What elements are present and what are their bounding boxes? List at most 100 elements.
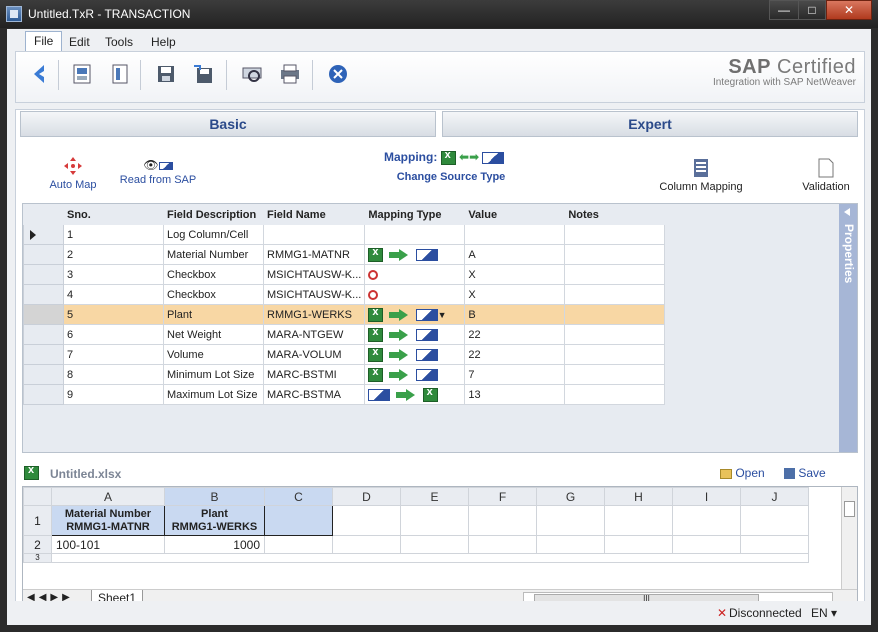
cell-field-description[interactable]: Material Number — [163, 244, 264, 265]
row-selector[interactable] — [23, 224, 64, 245]
row-number[interactable]: 3 — [23, 553, 52, 563]
row-number[interactable]: 2 — [23, 535, 52, 554]
scroll-thumb[interactable] — [844, 501, 855, 517]
cell-field-name[interactable]: RMMG1-MATNR — [262, 244, 366, 265]
cell-value[interactable]: B — [464, 304, 566, 325]
cell-value[interactable] — [464, 224, 566, 245]
table-row[interactable]: 9Maximum Lot SizeMARC-BSTMA 13 — [23, 384, 666, 405]
cell[interactable] — [740, 505, 809, 536]
cell-notes[interactable] — [564, 264, 666, 285]
col-g[interactable]: G — [536, 487, 605, 506]
cell-notes[interactable] — [564, 384, 666, 405]
dropdown-icon[interactable]: ▼ — [438, 309, 447, 319]
connection-status[interactable]: Disconnected — [729, 606, 802, 620]
cell-field-description[interactable]: Plant — [163, 304, 264, 325]
cell[interactable] — [51, 553, 809, 563]
cell-a2[interactable]: 100-101 — [51, 535, 165, 554]
table-row[interactable]: 6Net WeightMARA-NTGEW 22 — [23, 324, 666, 345]
row-number[interactable]: 1 — [23, 505, 52, 536]
minimize-button[interactable]: — — [769, 0, 799, 20]
cell-sno[interactable]: 5 — [63, 304, 164, 325]
cell[interactable] — [536, 505, 605, 536]
cell-value[interactable]: 22 — [464, 324, 566, 345]
cell-sno[interactable]: 6 — [63, 324, 164, 345]
cell[interactable] — [468, 505, 537, 536]
cell[interactable] — [740, 535, 809, 554]
menu-edit[interactable]: Edit — [61, 33, 98, 51]
cell[interactable] — [400, 505, 469, 536]
cell-field-description[interactable]: Checkbox — [163, 264, 264, 285]
properties-panel[interactable]: Properties — [839, 204, 857, 452]
cell[interactable] — [672, 535, 741, 554]
collapse-arrow-icon[interactable] — [844, 208, 850, 216]
col-c[interactable]: C — [264, 487, 333, 506]
cell-field-name[interactable]: MARA-VOLUM — [262, 344, 366, 365]
cell-c1[interactable] — [264, 505, 333, 536]
cell-b2[interactable]: 1000 — [164, 535, 265, 554]
sheet-vertical-scrollbar[interactable] — [841, 487, 857, 589]
row-selector[interactable] — [23, 384, 64, 405]
sap-icon[interactable] — [482, 151, 505, 164]
cell-notes[interactable] — [564, 324, 666, 345]
row-selector[interactable] — [23, 304, 64, 325]
cell-mapping-type[interactable] — [364, 324, 466, 345]
cell-field-name[interactable]: MSICHTAUSW-K... — [262, 264, 366, 285]
auto-map-button[interactable]: Auto Map — [48, 156, 98, 191]
cell[interactable] — [604, 535, 673, 554]
cell-value[interactable]: X — [464, 284, 566, 305]
cell-a1[interactable]: Material Number RMMG1-MATNR — [51, 505, 165, 536]
col-b[interactable]: B — [164, 487, 265, 506]
cell-field-name[interactable]: MARC-BSTMA — [262, 384, 366, 405]
cell-value[interactable]: A — [464, 244, 566, 265]
cell-b1[interactable]: Plant RMMG1-WERKS — [164, 505, 265, 536]
menu-tools[interactable]: Tools — [97, 33, 141, 51]
cell-mapping-type[interactable] — [364, 264, 466, 285]
cell-field-description[interactable]: Checkbox — [163, 284, 264, 305]
cell-sno[interactable]: 2 — [63, 244, 164, 265]
table-row[interactable]: 3 Checkbox MSICHTAUSW-K... X — [23, 264, 666, 285]
col-mapping-type[interactable]: Mapping Type — [364, 204, 466, 225]
column-mapping-button[interactable]: Column Mapping — [656, 158, 746, 193]
cell-mapping-type[interactable] — [364, 244, 466, 265]
cell-notes[interactable] — [564, 344, 666, 365]
table-row[interactable]: 5PlantRMMG1-WERKS ▼ B — [23, 304, 666, 325]
cell[interactable] — [604, 505, 673, 536]
menu-file[interactable]: File — [25, 31, 63, 53]
cell[interactable] — [264, 535, 333, 554]
table-row[interactable]: 7VolumeMARA-VOLUM 22 — [23, 344, 666, 365]
change-source-type-button[interactable]: Change Source Type — [376, 171, 526, 183]
cell[interactable] — [332, 505, 401, 536]
col-e[interactable]: E — [400, 487, 469, 506]
col-j[interactable]: J — [740, 487, 809, 506]
view-icon[interactable] — [70, 62, 94, 86]
cell-value[interactable]: 7 — [464, 364, 566, 385]
cell-field-name[interactable]: MARC-BSTMI — [262, 364, 366, 385]
col-field-name[interactable]: Field Name — [262, 204, 366, 225]
print-preview-icon[interactable] — [240, 62, 264, 86]
cell-notes[interactable] — [564, 224, 666, 245]
cell[interactable] — [332, 535, 401, 554]
cell-mapping-type[interactable] — [364, 224, 466, 245]
sheet-corner[interactable] — [23, 487, 52, 506]
cell-value[interactable]: 13 — [464, 384, 566, 405]
table-row[interactable]: 1 Log Column/Cell — [23, 224, 666, 245]
cell-field-name[interactable]: MARA-NTGEW — [262, 324, 366, 345]
col-a[interactable]: A — [51, 487, 165, 506]
col-f[interactable]: F — [468, 487, 537, 506]
cell[interactable] — [468, 535, 537, 554]
cell-field-description[interactable]: Net Weight — [163, 324, 264, 345]
cell[interactable] — [672, 505, 741, 536]
col-field-description[interactable]: Field Description — [163, 204, 264, 225]
print-icon[interactable] — [278, 62, 302, 86]
cell-field-name[interactable] — [262, 224, 366, 245]
row-selector[interactable] — [23, 284, 64, 305]
cell-notes[interactable] — [564, 284, 666, 305]
back-icon[interactable] — [28, 62, 52, 86]
tab-expert[interactable]: Expert — [442, 111, 858, 137]
table-row[interactable]: 4 Checkbox MSICHTAUSW-K... X — [23, 284, 666, 305]
cell-sno[interactable]: 1 — [63, 224, 164, 245]
row-selector[interactable] — [23, 344, 64, 365]
cell-field-description[interactable]: Log Column/Cell — [163, 224, 264, 245]
cell-sno[interactable]: 9 — [63, 384, 164, 405]
cell-notes[interactable] — [564, 244, 666, 265]
